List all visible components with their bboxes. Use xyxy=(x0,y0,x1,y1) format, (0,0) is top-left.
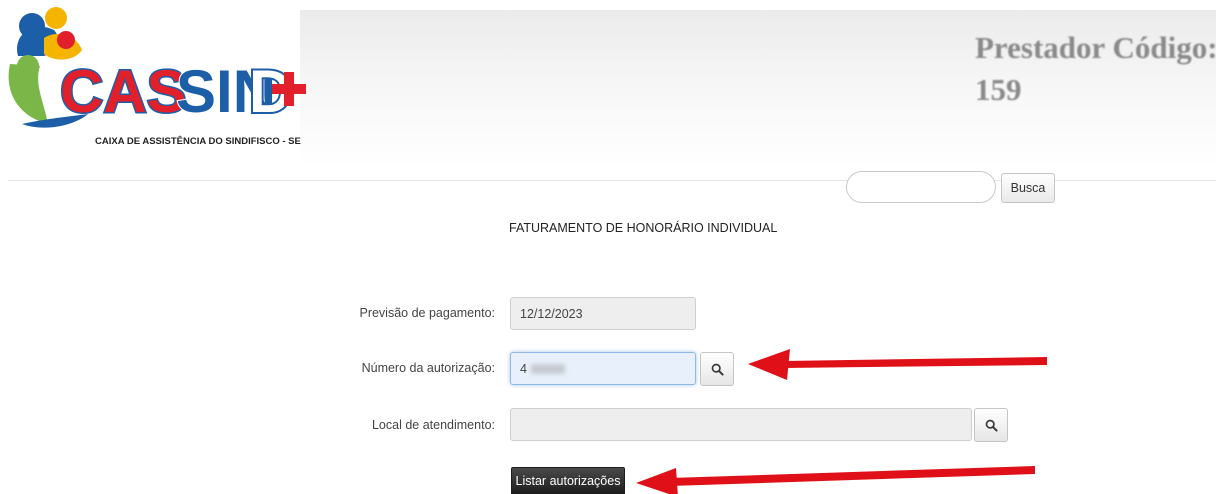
page: CAS SIN D CAIXA DE ASSISTÊNCIA DO SINDIF… xyxy=(0,0,1216,494)
previsao-field: 12/12/2023 xyxy=(510,297,696,330)
logo-head-blue xyxy=(19,13,45,39)
numero-value-redacted xyxy=(530,363,565,374)
prestador-code: 159 xyxy=(975,72,1022,107)
numero-value: 4 xyxy=(520,361,527,376)
logo-head-red xyxy=(57,31,75,49)
arrow-to-numero-icon xyxy=(748,349,1047,380)
logo-head-green xyxy=(17,55,39,77)
search-icon xyxy=(711,363,724,376)
numero-autorizacao-input[interactable]: 4 xyxy=(510,352,696,385)
local-atendimento-field xyxy=(510,408,972,441)
arrow-to-list-button-icon xyxy=(636,466,1035,494)
numero-label: Número da autorização: xyxy=(361,361,495,375)
logo-head-yellow xyxy=(45,7,67,29)
prestador-label: Prestador Código: xyxy=(975,30,1216,65)
search-input[interactable] xyxy=(846,171,996,203)
local-label: Local de atendimento: xyxy=(371,418,495,432)
page-title: FATURAMENTO DE HONORÁRIO INDIVIDUAL xyxy=(509,221,778,235)
local-search-button[interactable] xyxy=(974,408,1008,442)
previsao-label: Previsão de pagamento: xyxy=(359,306,495,320)
search-icon xyxy=(985,419,998,432)
search-button[interactable]: Busca xyxy=(1001,173,1055,203)
listar-autorizacoes-button[interactable]: Listar autorizações xyxy=(511,467,625,494)
logo-text-cas: CAS xyxy=(60,58,187,125)
logo-subtitle: CAIXA DE ASSISTÊNCIA DO SINDIFISCO - SE xyxy=(95,136,301,147)
cassind-logo: CAS SIN D xyxy=(8,7,306,128)
numero-search-button[interactable] xyxy=(700,352,734,386)
